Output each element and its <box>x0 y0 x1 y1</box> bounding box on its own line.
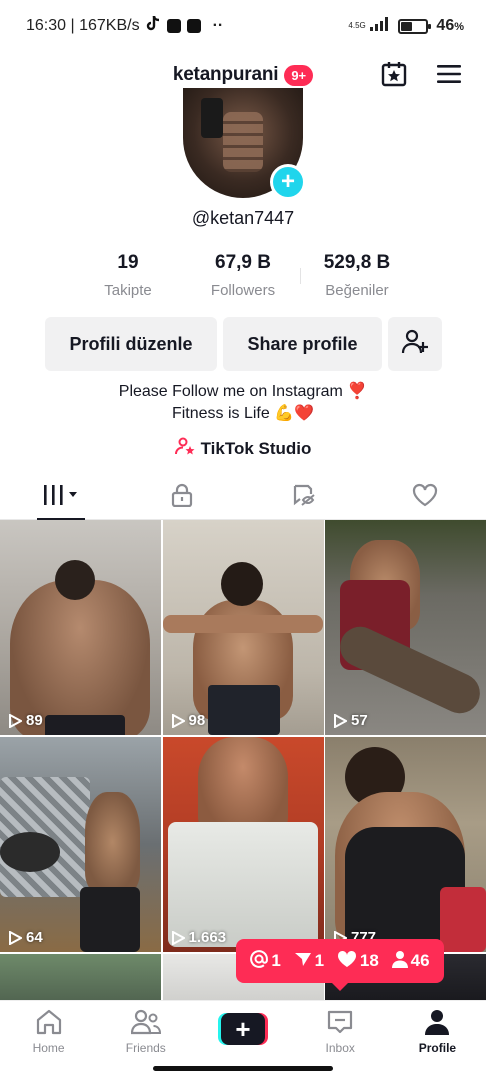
video-thumbnail[interactable]: 98 <box>162 520 324 735</box>
shares-count: 1 <box>294 950 324 973</box>
lock-icon <box>171 483 193 512</box>
profile-actions: Profili düzenle Share profile <box>45 317 442 371</box>
home-icon <box>35 1009 63 1038</box>
profile-icon <box>424 1009 450 1038</box>
network-type: 4.5G <box>348 21 366 30</box>
video-thumbnail[interactable]: 777 <box>325 737 486 952</box>
bottom-navigation: Home Friends + Inbox Profile <box>0 1000 486 1062</box>
repost-icon <box>291 483 317 512</box>
stat-followers[interactable]: 67,9 B Followers <box>183 252 303 299</box>
add-friends-button[interactable] <box>388 317 442 371</box>
menu-icon[interactable] <box>436 64 462 89</box>
avatar-phone-shape <box>201 98 223 138</box>
stat-value: 19 <box>117 252 139 273</box>
app-notification-icon <box>186 19 201 33</box>
video-thumbnail[interactable]: 57 <box>325 520 486 735</box>
inbox-icon <box>326 1009 354 1038</box>
heart-filled-icon <box>337 950 357 973</box>
nav-label: Friends <box>125 1041 166 1055</box>
person-icon <box>391 950 408 973</box>
send-icon <box>294 950 312 973</box>
tab-videos[interactable] <box>0 476 122 520</box>
signal-icon <box>370 16 390 36</box>
avatar-torso-shape <box>223 112 263 172</box>
profile-bio: Please Follow me on Instagram ❣️ Fitness… <box>0 381 486 425</box>
video-thumbnail[interactable]: 1.663 <box>162 737 324 952</box>
tab-private[interactable] <box>122 476 244 519</box>
header-username[interactable]: ketanpurani <box>173 64 279 86</box>
stat-label: Followers <box>210 282 276 299</box>
video-thumbnail[interactable]: 89 <box>0 520 161 735</box>
home-indicator <box>153 1066 333 1071</box>
studio-person-icon <box>174 436 195 461</box>
profile-handle: @ketan7447 <box>191 208 295 228</box>
nav-profile[interactable]: Profile <box>389 1001 486 1062</box>
notification-badge[interactable]: 9+ <box>284 64 314 86</box>
video-view-count: 1.663 <box>171 929 226 946</box>
tab-reposts[interactable] <box>243 476 365 519</box>
stat-value: 67,9 B <box>215 252 271 273</box>
stat-value: 529,8 B <box>323 252 391 273</box>
more-notifications-dots: ·· <box>212 17 224 34</box>
profile-tabs <box>0 476 486 520</box>
share-profile-button[interactable]: Share profile <box>223 317 382 371</box>
video-thumbnail[interactable]: 64 <box>0 737 161 952</box>
stat-label: Beğeniler <box>325 282 389 299</box>
video-view-count: 64 <box>8 929 43 946</box>
heart-icon <box>412 483 438 512</box>
tiktok-studio-link[interactable]: TikTok Studio <box>0 436 486 461</box>
calendar-star-icon[interactable] <box>380 60 408 93</box>
plus-icon: + <box>221 1013 265 1045</box>
stat-label: Takipte <box>104 282 152 299</box>
create-button: + <box>218 1013 268 1045</box>
profile-stats: 19 Takipte 67,9 B Followers 529,8 B Beğe… <box>0 252 486 308</box>
videos-grid-icon <box>42 484 80 511</box>
stat-likes[interactable]: 529,8 B Beğeniler <box>297 252 417 299</box>
nav-label: Inbox <box>325 1041 355 1055</box>
likes-count: 18 <box>337 950 379 973</box>
nav-label: Home <box>32 1041 65 1055</box>
tab-liked[interactable] <box>365 476 486 519</box>
add-person-icon <box>401 328 429 361</box>
video-view-count: 57 <box>333 712 368 729</box>
nav-create[interactable]: + <box>194 1001 291 1062</box>
battery-percent: 46% <box>436 17 464 34</box>
studio-label: TikTok Studio <box>200 438 312 458</box>
stat-following[interactable]: 19 Takipte <box>68 252 188 299</box>
at-icon <box>250 949 269 973</box>
nav-label: Profile <box>418 1041 457 1055</box>
battery-icon <box>398 18 432 34</box>
add-story-button[interactable]: + <box>270 164 306 200</box>
video-view-count: 98 <box>171 712 205 729</box>
bio-line: Please Follow me on Instagram ❣️ <box>118 383 368 400</box>
nav-home[interactable]: Home <box>0 1001 97 1062</box>
bio-line: Fitness is Life 💪❤️ <box>171 405 315 422</box>
app-notification-icon <box>166 19 181 33</box>
nav-friends[interactable]: Friends <box>97 1001 194 1062</box>
mentions-count: 1 <box>250 949 281 973</box>
tiktok-notification-icon <box>146 15 161 37</box>
status-bar: 16:30 | 167KB/s ·· 4.5G 46% <box>0 0 486 52</box>
video-view-count: 89 <box>8 712 43 729</box>
activity-notification-bubble[interactable]: 1 1 18 46 <box>236 939 444 991</box>
status-time-speed: 16:30 | 167KB/s <box>26 17 140 34</box>
edit-profile-button[interactable]: Profili düzenle <box>45 317 217 371</box>
friends-icon <box>130 1009 161 1038</box>
new-followers-count: 46 <box>391 950 430 973</box>
nav-inbox[interactable]: Inbox <box>292 1001 389 1062</box>
